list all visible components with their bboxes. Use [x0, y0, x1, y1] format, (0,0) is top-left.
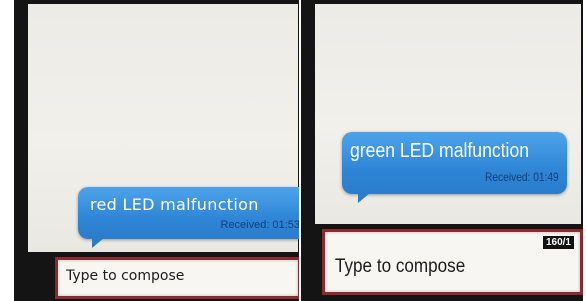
- photo-frame: red LED malfunction Received: 01:53 Type…: [0, 0, 586, 301]
- compose-placeholder: Type to compose: [66, 268, 185, 284]
- message-timestamp: Received: 01:49: [485, 170, 559, 184]
- conversation-area: green LED malfunction Received: 01:49: [315, 4, 581, 224]
- message-text: green LED malfunction: [350, 140, 530, 162]
- phone-screen-right: green LED malfunction Received: 01:49 16…: [301, 0, 583, 301]
- conversation-area: red LED malfunction Received: 01:53: [28, 4, 300, 252]
- character-counter: 160/1: [542, 236, 574, 249]
- message-timestamp: Received: 01:53: [220, 219, 300, 231]
- compose-input[interactable]: Type to compose: [55, 257, 299, 299]
- compose-placeholder: Type to compose: [335, 256, 466, 277]
- message-text: red LED malfunction: [90, 195, 259, 214]
- message-bubble[interactable]: red LED malfunction Received: 01:53: [78, 187, 300, 248]
- message-bubble[interactable]: green LED malfunction Received: 01:49: [342, 132, 567, 203]
- phone-screen-left: red LED malfunction Received: 01:53 Type…: [14, 0, 299, 301]
- compose-input[interactable]: 160/1 Type to compose: [322, 229, 583, 295]
